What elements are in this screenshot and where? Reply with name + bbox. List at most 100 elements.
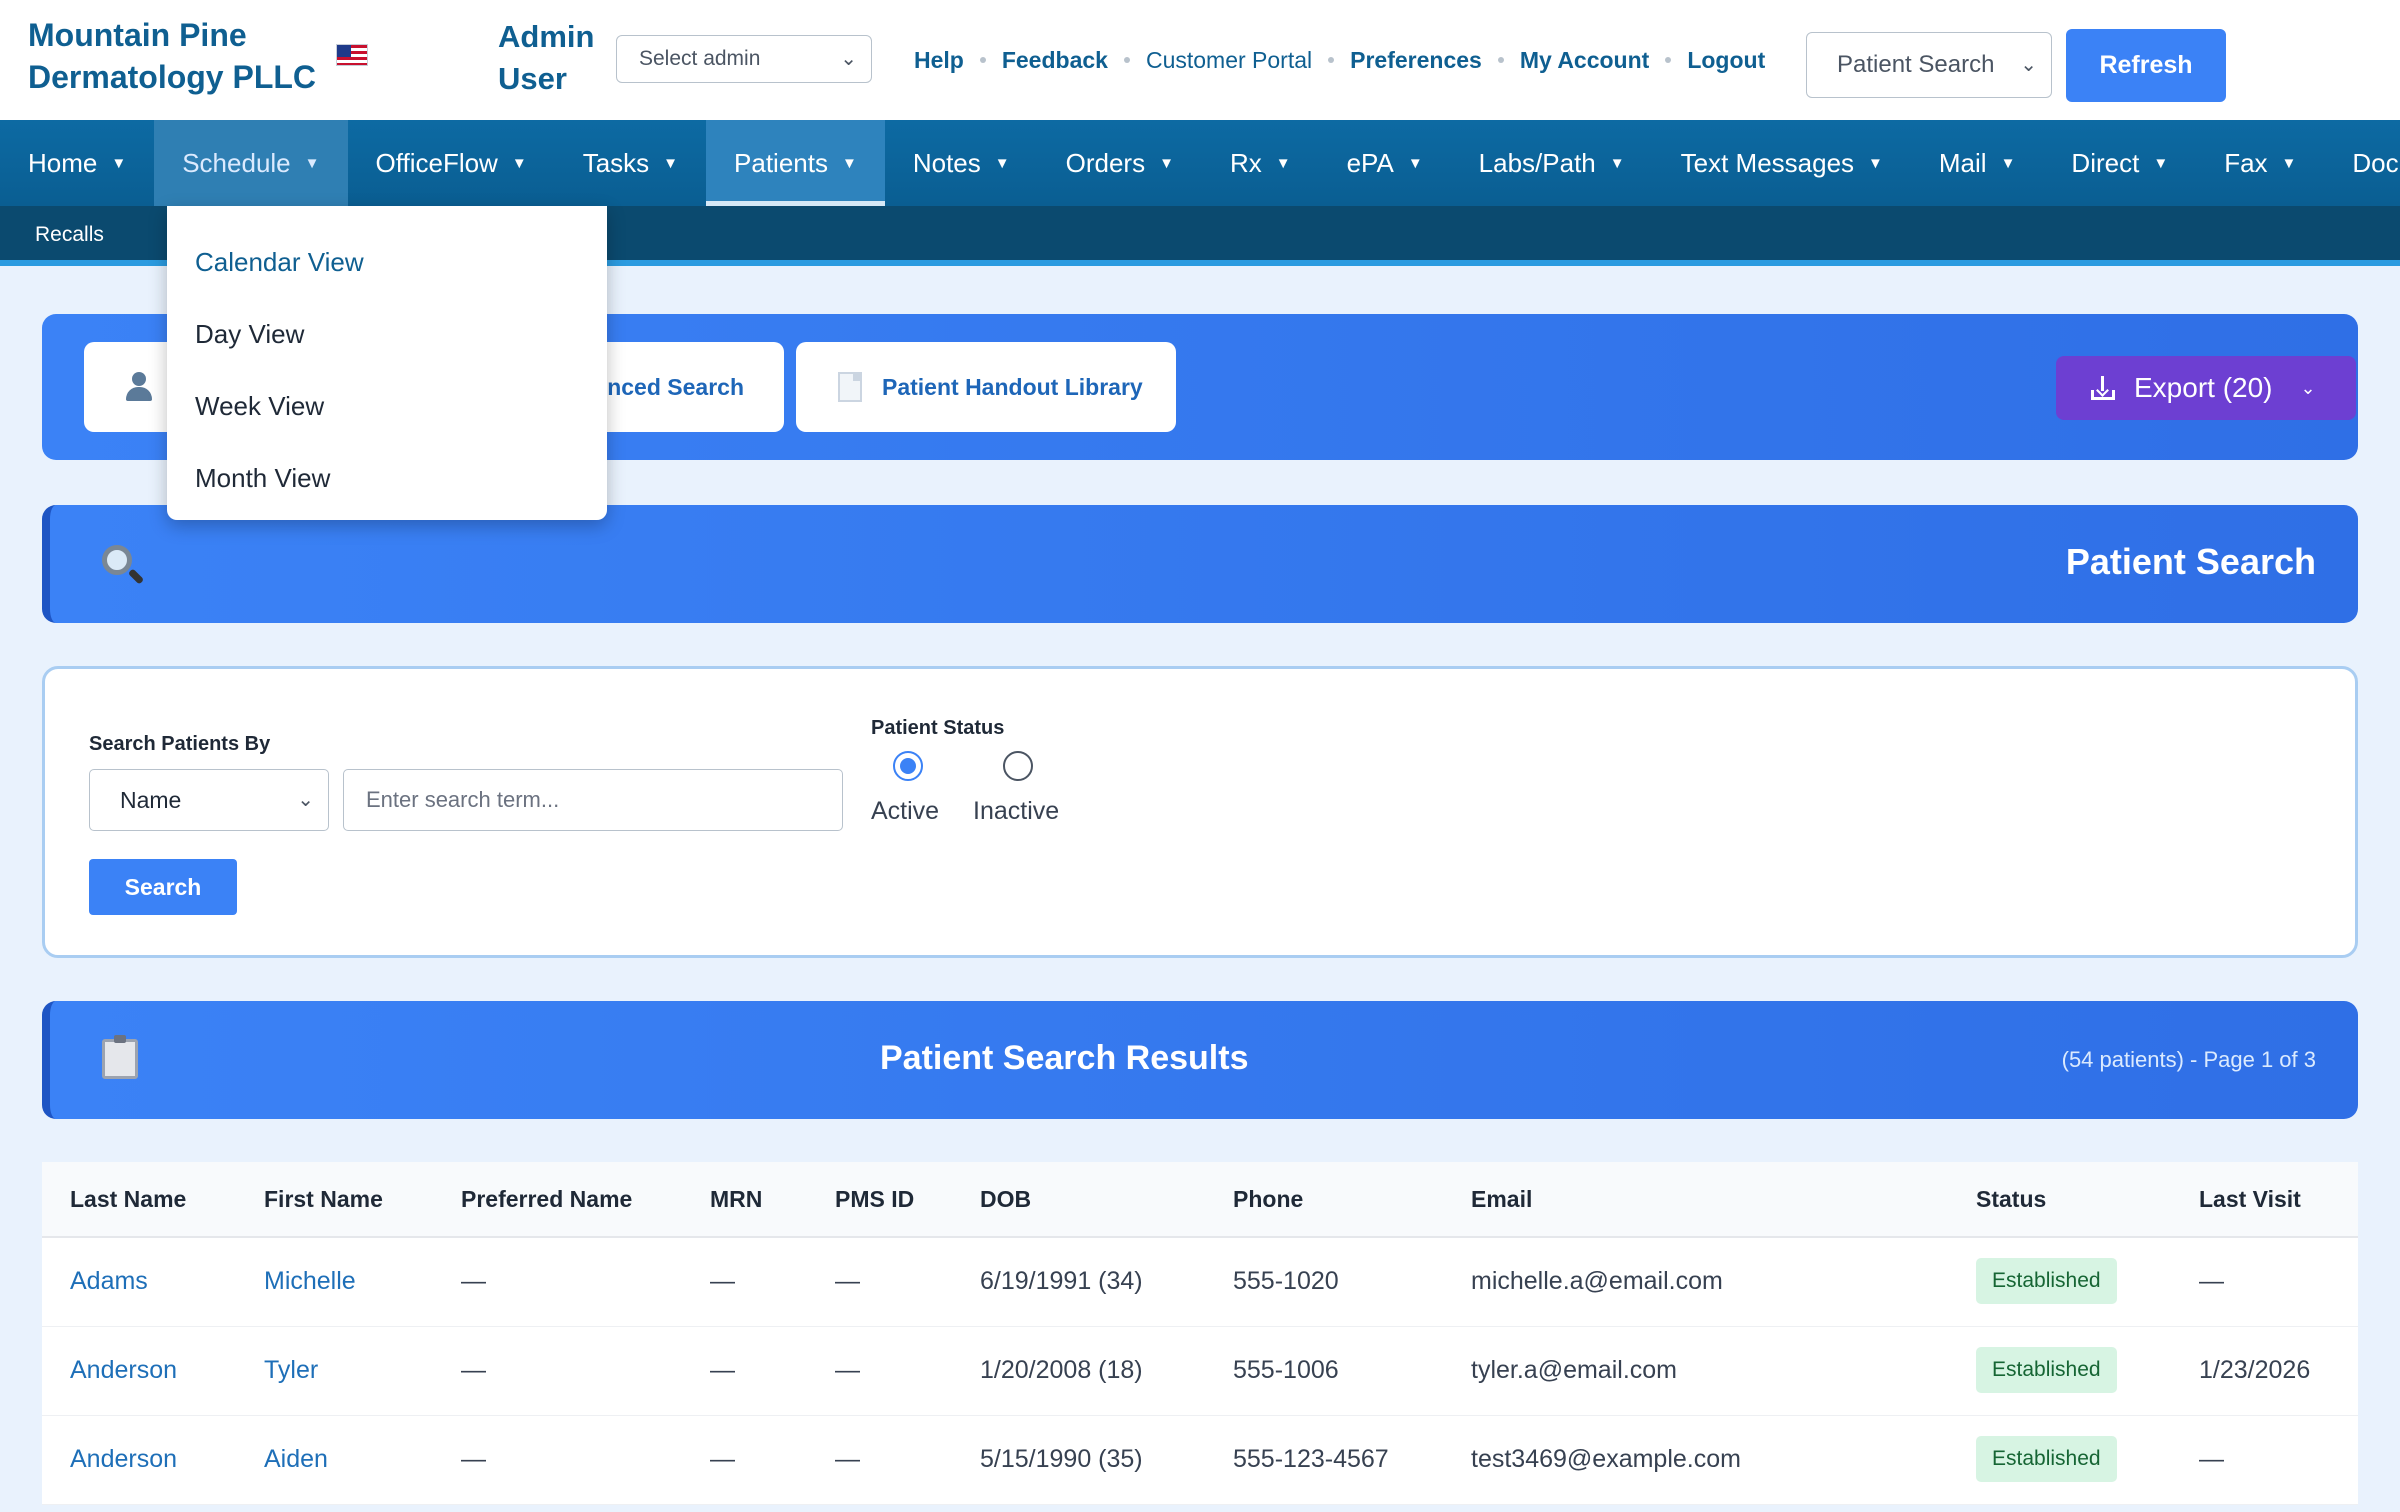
separator-dot bbox=[1123, 57, 1130, 63]
cell-first-name[interactable]: Tyler bbox=[264, 1356, 318, 1385]
search-input[interactable] bbox=[343, 769, 843, 831]
nav-item-fax[interactable]: Fax ▼ bbox=[2196, 120, 2324, 206]
cell-first-name[interactable]: Aiden bbox=[264, 1445, 328, 1474]
cell-last-name[interactable]: Anderson bbox=[70, 1445, 177, 1474]
cell-pms-id: — bbox=[835, 1267, 860, 1295]
separator-dot bbox=[1665, 57, 1672, 63]
nav-item-tasks[interactable]: Tasks ▼ bbox=[555, 120, 706, 206]
column-header-pms-id[interactable]: PMS ID bbox=[835, 1186, 914, 1213]
patient-search-select[interactable]: Patient Search ⌄ bbox=[1806, 32, 2052, 98]
chevron-down-icon: ⌄ bbox=[840, 48, 857, 70]
patient-search-title: Patient Search bbox=[2065, 541, 2316, 582]
cell-email: michelle.a@email.com bbox=[1471, 1267, 1723, 1295]
nav-item-rx[interactable]: Rx ▼ bbox=[1202, 120, 1319, 206]
status-active-radio[interactable] bbox=[893, 751, 923, 781]
caret-down-icon: ▼ bbox=[2000, 154, 2016, 172]
cell-phone: 555-123-4567 bbox=[1233, 1445, 1389, 1473]
nav-label: Orders bbox=[1065, 147, 1146, 178]
person-icon bbox=[124, 372, 154, 402]
practice-name[interactable]: Mountain Pine Dermatology PLLC bbox=[28, 14, 328, 98]
cell-mrn: — bbox=[710, 1445, 735, 1473]
column-header-last-name[interactable]: Last Name bbox=[70, 1186, 186, 1213]
nav-label: Notes bbox=[912, 147, 981, 178]
nav-label: OfficeFlow bbox=[375, 147, 498, 178]
status-inactive-radio[interactable] bbox=[1003, 751, 1033, 781]
column-header-first-name[interactable]: First Name bbox=[264, 1186, 383, 1213]
column-header-last-visit[interactable]: Last Visit bbox=[2199, 1186, 2301, 1213]
nav-item-direct[interactable]: Direct ▼ bbox=[2043, 120, 2196, 206]
column-header-email[interactable]: Email bbox=[1471, 1186, 1532, 1213]
cell-preferred-name: — bbox=[461, 1356, 486, 1384]
nav-label: Text Messages bbox=[1680, 147, 1855, 178]
cell-last-name[interactable]: Adams bbox=[70, 1267, 148, 1296]
nav-label: Direct bbox=[2071, 147, 2140, 178]
cell-first-name[interactable]: Michelle bbox=[264, 1267, 356, 1296]
separator-dot bbox=[1328, 57, 1335, 63]
nav-label: Mail bbox=[1938, 147, 1987, 178]
feedback-link[interactable]: Feedback bbox=[1002, 47, 1108, 74]
nav-label: Doc bbox=[2352, 147, 2399, 178]
cell-dob: 5/15/1990 (35) bbox=[980, 1445, 1143, 1473]
export-button[interactable]: Export (20) ⌄ bbox=[2056, 356, 2356, 420]
nav-item-epa[interactable]: ePA ▼ bbox=[1319, 120, 1451, 206]
document-icon bbox=[838, 372, 862, 402]
refresh-button[interactable]: Refresh bbox=[2066, 29, 2226, 102]
nav-item-doc[interactable]: Doc bbox=[2324, 120, 2398, 206]
help-link[interactable]: Help bbox=[914, 47, 964, 74]
column-header-mrn[interactable]: MRN bbox=[710, 1186, 762, 1213]
menu-item-calendar-view[interactable]: Calendar View bbox=[167, 232, 607, 304]
cell-last-name[interactable]: Anderson bbox=[70, 1356, 177, 1385]
table-row[interactable]: Anderson Tyler — — — 1/20/2008 (18) 555-… bbox=[42, 1327, 2358, 1416]
current-user: Admin User bbox=[498, 19, 595, 96]
caret-down-icon: ▼ bbox=[2281, 154, 2297, 172]
cell-email: test3469@example.com bbox=[1471, 1445, 1741, 1473]
column-header-preferred-name[interactable]: Preferred Name bbox=[461, 1186, 632, 1213]
search-button[interactable]: Search bbox=[89, 859, 237, 915]
cell-email: tyler.a@email.com bbox=[1471, 1356, 1677, 1384]
nav-item-officeflow[interactable]: OfficeFlow ▼ bbox=[348, 120, 555, 206]
nav-item-labs-path[interactable]: Labs/Path ▼ bbox=[1451, 120, 1653, 206]
logout-link[interactable]: Logout bbox=[1687, 47, 1765, 74]
results-table: Last Name First Name Preferred Name MRN … bbox=[42, 1162, 2358, 1505]
nav-item-orders[interactable]: Orders ▼ bbox=[1038, 120, 1202, 206]
download-icon bbox=[2090, 375, 2116, 401]
column-header-dob[interactable]: DOB bbox=[980, 1186, 1031, 1213]
my-account-link[interactable]: My Account bbox=[1520, 47, 1650, 74]
menu-item-day-view[interactable]: Day View bbox=[167, 304, 607, 376]
cell-last-visit: 1/23/2026 bbox=[2199, 1356, 2311, 1384]
chevron-down-icon: ⌄ bbox=[2014, 33, 2037, 97]
menu-item-week-view[interactable]: Week View bbox=[167, 376, 607, 448]
caret-down-icon: ▼ bbox=[841, 154, 857, 172]
admin-select[interactable]: Select admin ⌄ bbox=[616, 35, 872, 83]
caret-down-icon: ▼ bbox=[111, 154, 127, 172]
nav-label: Home bbox=[28, 147, 98, 178]
cell-last-visit: — bbox=[2199, 1267, 2224, 1295]
cell-last-visit: — bbox=[2199, 1445, 2224, 1473]
nav-item-home[interactable]: Home ▼ bbox=[0, 120, 154, 206]
column-header-phone[interactable]: Phone bbox=[1233, 1186, 1303, 1213]
caret-down-icon: ▼ bbox=[1407, 154, 1423, 172]
nav-item-text-messages[interactable]: Text Messages ▼ bbox=[1653, 120, 1911, 206]
nav-item-patients[interactable]: Patients ▼ bbox=[706, 120, 885, 206]
nav-item-mail[interactable]: Mail ▼ bbox=[1911, 120, 2044, 206]
search-icon bbox=[100, 543, 146, 589]
status-badge: Established bbox=[1976, 1436, 2117, 1482]
separator-dot bbox=[979, 57, 986, 63]
nav-item-schedule[interactable]: Schedule ▼ bbox=[154, 120, 348, 206]
patient-handout-library-button[interactable]: Patient Handout Library bbox=[796, 342, 1176, 432]
column-header-status[interactable]: Status bbox=[1976, 1186, 2046, 1213]
nav-label: ePA bbox=[1346, 147, 1394, 178]
search-by-select[interactable]: Name ⌄ bbox=[89, 769, 329, 831]
nav-item-notes[interactable]: Notes ▼ bbox=[885, 120, 1038, 206]
cell-dob: 1/20/2008 (18) bbox=[980, 1356, 1143, 1384]
search-by-value: Name bbox=[120, 787, 182, 813]
cell-dob: 6/19/1991 (34) bbox=[980, 1267, 1143, 1295]
preferences-link[interactable]: Preferences bbox=[1350, 47, 1482, 74]
menu-item-month-view[interactable]: Month View bbox=[167, 448, 607, 520]
cell-mrn: — bbox=[710, 1356, 735, 1384]
customer-portal-link[interactable]: Customer Portal bbox=[1146, 47, 1312, 74]
table-row[interactable]: Adams Michelle — — — 6/19/1991 (34) 555-… bbox=[42, 1238, 2358, 1327]
table-row[interactable]: Anderson Aiden — — — 5/15/1990 (35) 555-… bbox=[42, 1416, 2358, 1505]
subnav-item-recalls[interactable]: Recalls bbox=[35, 223, 104, 247]
separator-dot bbox=[1497, 57, 1504, 63]
